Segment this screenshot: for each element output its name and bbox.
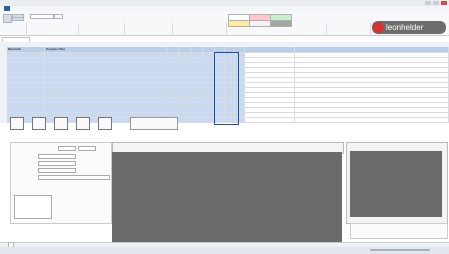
style-check[interactable] <box>270 20 292 27</box>
font-name-select[interactable] <box>30 14 54 19</box>
rectangle-icon[interactable] <box>10 117 24 130</box>
table-cell[interactable] <box>179 118 191 123</box>
style-neutral[interactable] <box>228 20 250 27</box>
input-field-6[interactable] <box>38 175 110 180</box>
summary-table <box>350 223 448 239</box>
file-list[interactable] <box>14 195 52 219</box>
input-field-4[interactable] <box>38 161 76 166</box>
fx-icon <box>32 37 38 41</box>
logo-icon <box>373 22 384 33</box>
worksheet[interactable]: Material Nr Programm Pfad <box>0 47 449 242</box>
input-field-1[interactable] <box>58 146 76 151</box>
window-title <box>170 1 280 5</box>
options-panel[interactable] <box>130 117 178 130</box>
zoom-slider[interactable] <box>370 249 430 251</box>
page-icon[interactable] <box>54 117 68 130</box>
input-field-5[interactable] <box>38 168 76 173</box>
close-button[interactable] <box>441 1 447 5</box>
window-controls <box>425 1 447 5</box>
copy-icon[interactable] <box>12 17 24 21</box>
selection-box <box>214 52 239 125</box>
document-icon[interactable] <box>32 117 46 130</box>
table-cell[interactable] <box>245 118 295 123</box>
preview-panel <box>112 152 342 242</box>
save-icon[interactable] <box>76 117 90 130</box>
logo-text: leonhelder <box>386 23 424 32</box>
paste-icon[interactable] <box>3 14 12 23</box>
font-size-select[interactable] <box>54 14 63 19</box>
input-field-3[interactable] <box>38 154 76 159</box>
maximize-button[interactable] <box>433 1 439 5</box>
input-field-2[interactable] <box>78 146 96 151</box>
style-calc[interactable] <box>249 20 271 27</box>
table-cell[interactable] <box>191 118 203 123</box>
image-preview <box>350 151 442 217</box>
minimize-button[interactable] <box>425 1 431 5</box>
table-cell[interactable] <box>295 118 449 123</box>
folder-icon[interactable] <box>98 117 112 130</box>
